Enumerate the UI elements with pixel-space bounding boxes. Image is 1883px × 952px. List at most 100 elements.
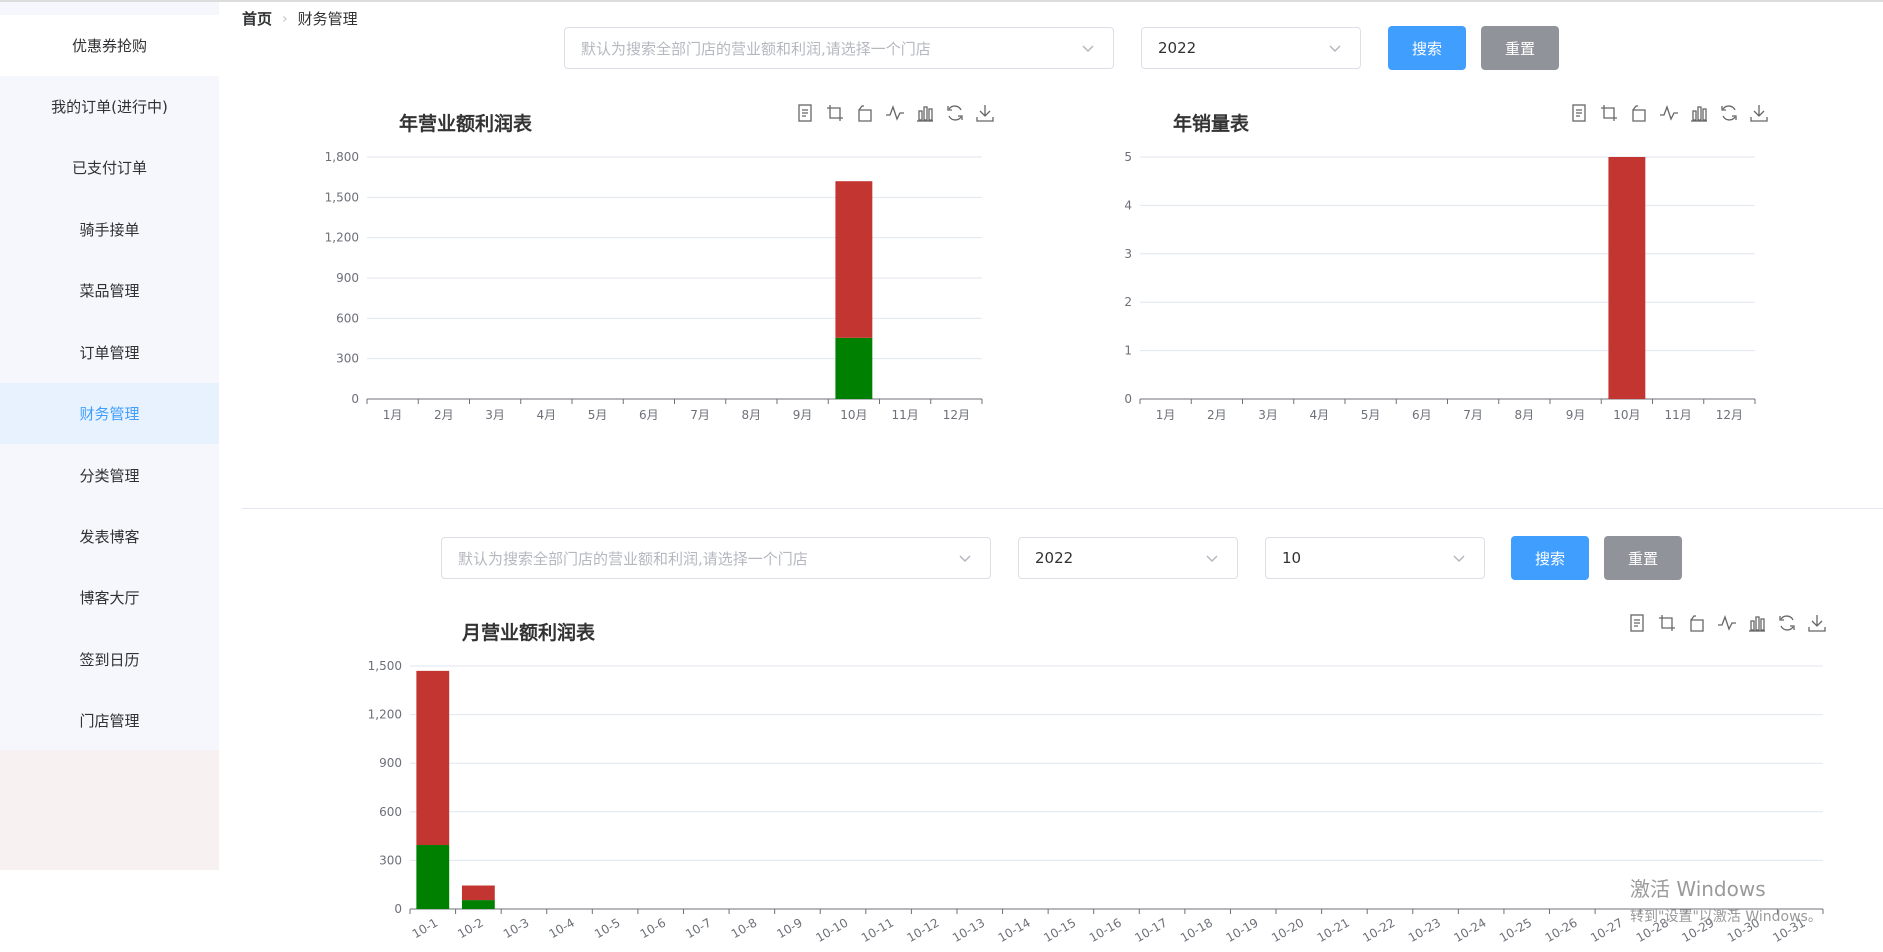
zoom-icon[interactable]	[825, 103, 845, 123]
bar-10月-series-0[interactable]	[835, 337, 873, 399]
bar-chart-icon[interactable]	[1689, 103, 1709, 123]
x-tick-label: 8月	[742, 408, 762, 422]
year-sales-toolbox	[1569, 103, 1769, 123]
year-select[interactable]: 2022	[1141, 27, 1361, 69]
x-tick-label: 1月	[1156, 408, 1176, 422]
y-tick-label: 900	[336, 271, 359, 285]
x-tick-label: 4月	[1310, 408, 1330, 422]
download-icon[interactable]	[975, 103, 995, 123]
x-tick-label: 2月	[434, 408, 454, 422]
restore-icon[interactable]	[1777, 613, 1797, 633]
sidebar: 优惠券抢购 我的订单(进行中) 已支付订单 骑手接单 菜品管理 订单管理 财务管…	[0, 2, 219, 870]
sidebar-item-rider[interactable]: 骑手接单	[0, 199, 219, 260]
year-search-button[interactable]: 搜索	[1388, 26, 1466, 70]
restore-icon[interactable]	[1719, 103, 1739, 123]
x-tick-label: 10-6	[638, 915, 669, 941]
x-tick-label: 10-9	[774, 915, 805, 941]
x-tick-label: 11月	[1664, 408, 1691, 422]
sidebar-item-my-orders[interactable]: 我的订单(进行中)	[0, 76, 219, 137]
year-store-select[interactable]: 默认为搜索全部门店的营业额和利润,请选择一个门店	[564, 27, 1114, 69]
bar-10-2-series-1[interactable]	[461, 885, 495, 901]
zoom-icon[interactable]	[1657, 613, 1677, 633]
y-tick-label: 1,200	[325, 231, 359, 245]
data-view-icon[interactable]	[795, 103, 815, 123]
y-tick-label: 1,500	[325, 190, 359, 204]
x-tick-label: 3月	[485, 408, 505, 422]
sidebar-item-categories[interactable]: 分类管理	[0, 445, 219, 506]
month-store-select[interactable]: 默认为搜索全部门店的营业额和利润,请选择一个门店	[441, 537, 991, 579]
sidebar-item-order-management[interactable]: 订单管理	[0, 322, 219, 383]
year-search-button-label: 搜索	[1411, 39, 1442, 58]
x-tick-label: 10-25	[1497, 915, 1534, 945]
sidebar-item-coupon[interactable]: 优惠券抢购	[0, 15, 219, 76]
line-chart-icon[interactable]	[885, 103, 905, 123]
sidebar-item-label: 订单管理	[79, 344, 140, 362]
y-tick-label: 1	[1124, 344, 1132, 358]
month-year-select[interactable]: 2022	[1018, 537, 1238, 579]
bar-chart-icon[interactable]	[1747, 613, 1767, 633]
x-tick-label: 9月	[793, 408, 813, 422]
line-chart-icon[interactable]	[1659, 103, 1679, 123]
sidebar-item-label: 博客大厅	[79, 589, 140, 607]
sidebar-item-label: 我的订单(进行中)	[51, 98, 168, 116]
x-tick-label: 2月	[1207, 408, 1227, 422]
x-tick-label: 5月	[1361, 408, 1381, 422]
month-year-select-value: 2022	[1035, 549, 1074, 567]
sidebar-item-finance[interactable]: 财务管理	[0, 383, 219, 444]
sidebar-item-stores[interactable]: 门店管理	[0, 690, 219, 751]
zoom-reset-icon[interactable]	[1687, 613, 1707, 633]
bar-10-1-series-0[interactable]	[416, 845, 450, 909]
sidebar-item-post-blog[interactable]: 发表博客	[0, 506, 219, 567]
x-tick-label: 10-20	[1269, 915, 1306, 945]
x-tick-label: 10-8	[729, 915, 760, 941]
x-tick-label: 10-13	[950, 915, 987, 945]
chevron-down-icon	[1206, 555, 1218, 563]
zoom-reset-icon[interactable]	[855, 103, 875, 123]
windows-activation-watermark: 激活 Windows 转到"设置"以激活 Windows。	[1630, 873, 1822, 926]
x-tick-label: 11月	[891, 408, 918, 422]
line-chart-icon[interactable]	[1717, 613, 1737, 633]
sidebar-item-label: 签到日历	[79, 651, 140, 669]
sidebar-item-blog-hall[interactable]: 博客大厅	[0, 567, 219, 628]
x-tick-label: 3月	[1258, 408, 1278, 422]
zoom-reset-icon[interactable]	[1629, 103, 1649, 123]
month-select-value: 10	[1282, 549, 1302, 567]
bar-chart-icon[interactable]	[915, 103, 935, 123]
x-tick-label: 9月	[1566, 408, 1586, 422]
month-search-button[interactable]: 搜索	[1511, 536, 1589, 580]
x-tick-label: 6月	[639, 408, 659, 422]
bar-10月-series-1[interactable]	[835, 181, 873, 338]
sidebar-item-label: 已支付订单	[71, 159, 147, 177]
bar-10-1-series-1[interactable]	[416, 670, 450, 846]
sidebar-item-label: 骑手接单	[79, 221, 140, 239]
download-icon[interactable]	[1749, 103, 1769, 123]
bar-10-2-series-0[interactable]	[461, 900, 495, 909]
chevron-down-icon	[1082, 45, 1094, 53]
restore-icon[interactable]	[945, 103, 965, 123]
x-tick-label: 10-15	[1041, 915, 1078, 945]
chevron-down-icon	[1453, 555, 1465, 563]
y-tick-label: 0	[394, 902, 402, 916]
month-reset-button-label: 重置	[1627, 549, 1658, 568]
sidebar-item-dishes[interactable]: 菜品管理	[0, 260, 219, 321]
x-tick-label: 10-1	[410, 915, 441, 941]
sidebar-item-label: 优惠券抢购	[71, 37, 147, 55]
x-tick-label: 10-14	[996, 915, 1033, 945]
data-view-icon[interactable]	[1627, 613, 1647, 633]
month-select[interactable]: 10	[1265, 537, 1485, 579]
data-view-icon[interactable]	[1569, 103, 1589, 123]
x-tick-label: 10-4	[546, 915, 577, 941]
sidebar-item-paid-orders[interactable]: 已支付订单	[0, 137, 219, 198]
zoom-icon[interactable]	[1599, 103, 1619, 123]
sidebar-item-checkin-calendar[interactable]: 签到日历	[0, 629, 219, 690]
month-reset-button[interactable]: 重置	[1604, 536, 1682, 580]
x-tick-label: 10-11	[859, 915, 896, 945]
x-tick-label: 10-12	[904, 915, 941, 945]
year-reset-button[interactable]: 重置	[1481, 26, 1559, 70]
download-icon[interactable]	[1807, 613, 1827, 633]
x-tick-label: 10-16	[1087, 915, 1124, 945]
breadcrumb-home[interactable]: 首页	[242, 8, 272, 29]
y-tick-label: 2	[1124, 295, 1132, 309]
y-tick-label: 300	[379, 853, 402, 867]
bar-10月-series-0[interactable]	[1608, 157, 1646, 399]
